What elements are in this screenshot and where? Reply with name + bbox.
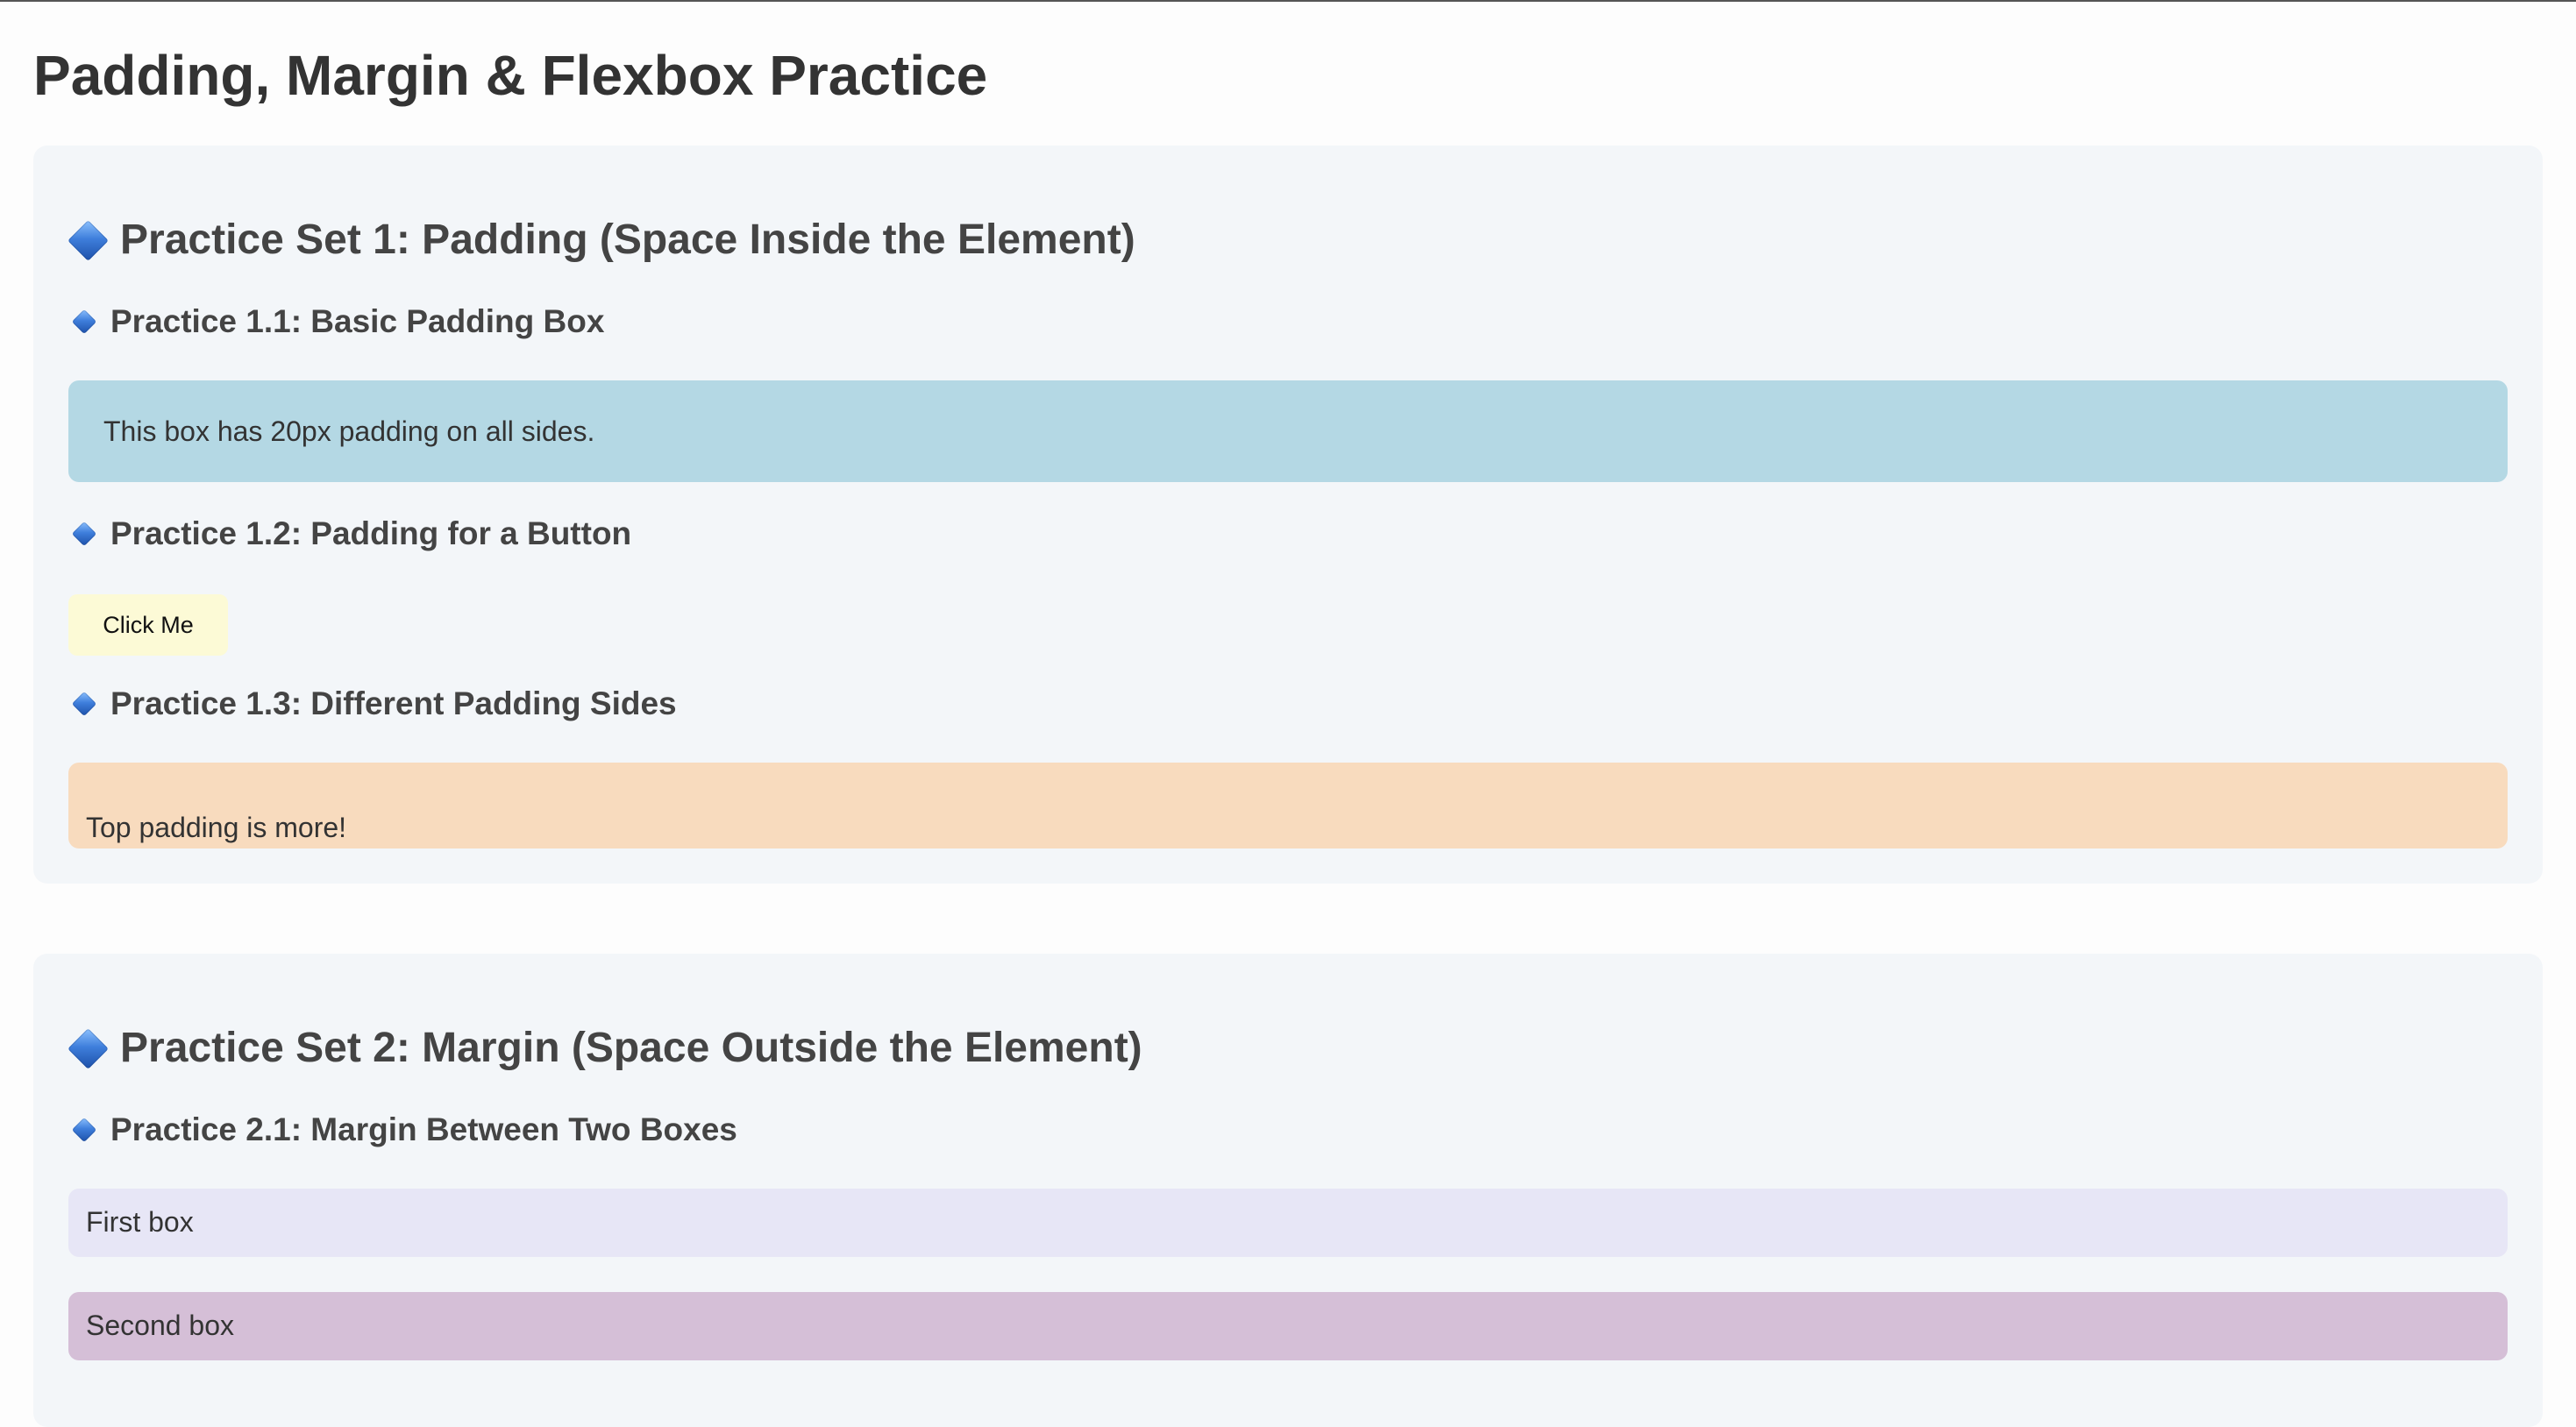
practice-set-2-heading: Practice Set 2: Margin (Space Outside th… [68,1022,1142,1075]
practice-1-1-heading-text: Practice 1.1: Basic Padding Box [110,303,605,339]
different-padding-box: Top padding is more! [68,763,2508,848]
different-padding-box-text: Top padding is more! [86,812,347,843]
blue-diamond-icon [68,1027,109,1069]
practice-set-1-heading-text: Practice Set 1: Padding (Space Inside th… [120,217,1135,263]
first-box-text: First box [86,1206,194,1238]
practice-set-2-heading-text: Practice Set 2: Margin (Space Outside th… [120,1025,1142,1071]
small-blue-diamond-icon [71,691,97,717]
second-box-text: Second box [86,1310,235,1341]
blue-diamond-icon [68,219,109,261]
practice-1-3-heading: Practice 1.3: Different Padding Sides [70,684,677,724]
practice-set-1-section: Practice Set 1: Padding (Space Inside th… [33,146,2543,884]
practice-1-1-heading: Practice 1.1: Basic Padding Box [70,302,604,342]
top-border [0,0,2576,2]
practice-2-1-heading-text: Practice 2.1: Margin Between Two Boxes [110,1111,737,1147]
second-box: Second box [68,1292,2508,1360]
basic-padding-box-text: This box has 20px padding on all sides. [103,415,595,447]
click-me-button[interactable]: Click Me [68,594,228,656]
basic-padding-box: This box has 20px padding on all sides. [68,380,2508,482]
first-box: First box [68,1189,2508,1257]
small-blue-diamond-icon [71,521,97,547]
practice-set-1-heading: Practice Set 1: Padding (Space Inside th… [68,214,1135,266]
small-blue-diamond-icon [71,309,97,335]
practice-1-2-heading: Practice 1.2: Padding for a Button [70,514,631,554]
practice-2-1-heading: Practice 2.1: Margin Between Two Boxes [70,1110,737,1150]
page-title: Padding, Margin & Flexbox Practice [33,44,988,107]
practice-1-2-heading-text: Practice 1.2: Padding for a Button [110,515,632,551]
practice-1-3-heading-text: Practice 1.3: Different Padding Sides [110,685,677,721]
small-blue-diamond-icon [71,1117,97,1143]
practice-set-2-section: Practice Set 2: Margin (Space Outside th… [33,954,2543,1427]
